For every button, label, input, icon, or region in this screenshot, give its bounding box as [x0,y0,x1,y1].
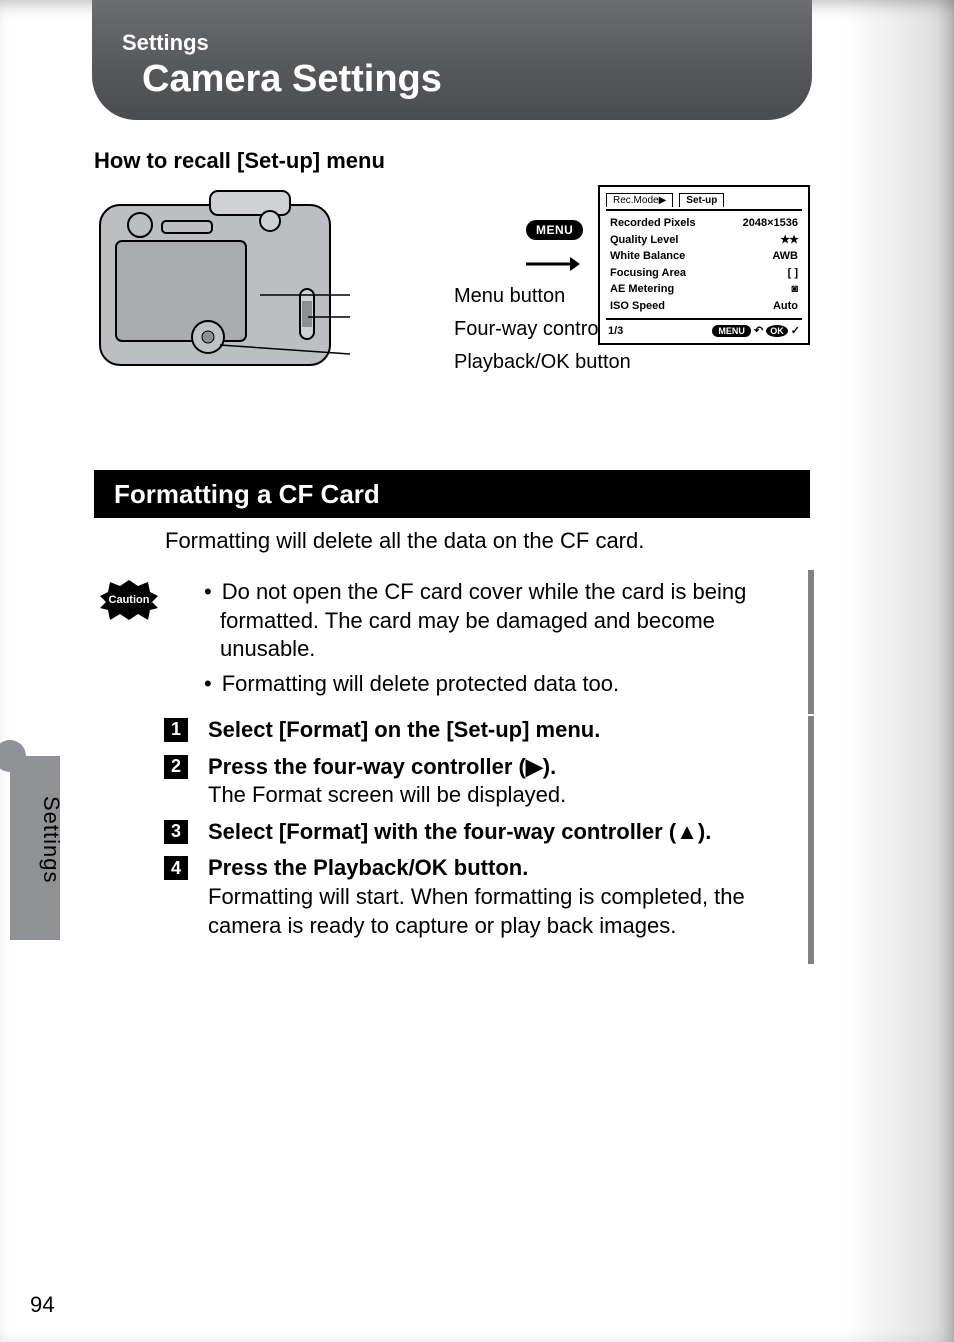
lcd-footer: 1/3 MENU ↶ OK ✓ [606,318,802,341]
side-thumb-tab: Settings [0,740,80,940]
lcd-body: Recorded Pixels2048×1536 Quality Level★★… [600,211,808,314]
caution-label: Caution [109,594,150,606]
step-1: 1 Select [Format] on the [Set-up] menu. [164,716,788,745]
header-title: Camera Settings [142,56,782,104]
step-title: Press the Playback/OK button. [208,855,528,880]
page-header: Settings Camera Settings [92,0,812,120]
header-supertitle: Settings [122,30,782,56]
caution-item-1: Do not open the CF card cover while the … [204,578,792,664]
lcd-row-iso: ISO SpeedAuto [610,298,798,315]
lcd-foot-undo-icon: ↶ [754,325,763,337]
section-bar-formatting: Formatting a CF Card [94,470,810,518]
lcd-row-wb: White BalanceAWB [610,248,798,265]
step-2: 2 Press the four-way controller (▶). The… [164,753,788,810]
caution-block: Caution Do not open the CF card cover wh… [100,570,814,714]
camera-illustration [90,185,350,385]
caution-list: Do not open the CF card cover while the … [204,578,792,698]
step-title: Press the four-way controller (▶). [208,754,556,779]
lcd-row-recorded-pixels: Recorded Pixels2048×1536 [610,215,798,232]
caution-icon: Caution [100,580,158,620]
section-heading-recall: How to recall [Set-up] menu [94,148,385,174]
step-number-icon: 3 [164,820,188,844]
arrow-icon [526,255,580,278]
caution-item-2: Formatting will delete protected data to… [204,670,792,699]
lcd-foot-ok-icon: OK [766,325,788,337]
callout-playback-ok: Playback/OK button [454,351,631,374]
section-intro: Formatting will delete all the data on t… [165,528,805,554]
lcd-foot-check-icon: ✓ [791,325,800,337]
lcd-row-focus: Focusing Area[ ] [610,265,798,282]
step-number-icon: 2 [164,755,188,779]
step-number-icon: 4 [164,856,188,880]
step-4: 4 Press the Playback/OK button. Formatti… [164,854,788,940]
lcd-tabs: Rec.Mode▶ Set-up [600,187,808,211]
lcd-foot-menu-icon: MENU [712,325,751,337]
step-body: Formatting will start. When formatting i… [208,884,745,938]
menu-icon: MENU [526,220,583,240]
step-3: 3 Select [Format] with the four-way cont… [164,818,788,847]
step-title: Select [Format] on the [Set-up] menu. [208,717,600,742]
lcd-screen: Rec.Mode▶ Set-up Recorded Pixels2048×153… [598,185,810,345]
page-number: 94 [30,1292,54,1318]
step-body: The Format screen will be displayed. [208,782,566,807]
step-number-icon: 1 [164,718,188,742]
step-title: Select [Format] with the four-way contro… [208,819,711,844]
lcd-tab-recmode: Rec.Mode▶ [606,193,673,207]
manual-page: Settings Camera Settings How to recall [… [0,0,954,1342]
steps-list: 1 Select [Format] on the [Set-up] menu. … [164,716,814,964]
lcd-tab-setup: Set-up [679,193,724,207]
menu-pill-icon: MENU [526,220,583,240]
lcd-page-indicator: 1/3 [608,325,623,337]
lcd-row-ae: AE Metering◙ [610,281,798,298]
camera-diagram: Menu button Four-way controller Playback… [90,185,810,395]
lcd-row-quality: Quality Level★★ [610,232,798,249]
thumb-tab-label: Settings [38,796,64,884]
